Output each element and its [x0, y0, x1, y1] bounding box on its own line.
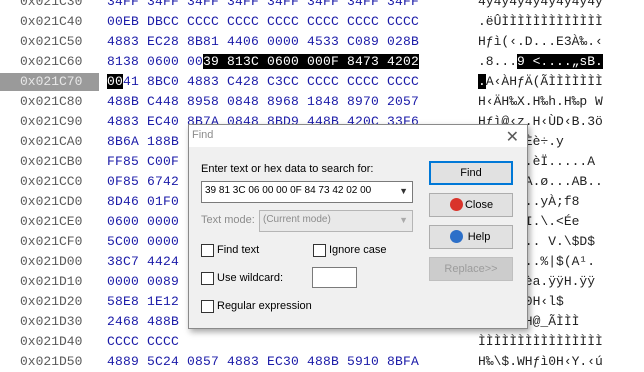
hex-bytes[interactable]: 5C00 0000 [107, 232, 179, 252]
hex-address: 0x021D20 [20, 294, 83, 309]
close-icon[interactable]: ✕ [506, 127, 519, 147]
hex-address: 0x021D40 [20, 334, 83, 349]
hex-bytes[interactable]: FF85 C00F [107, 152, 179, 172]
find-button[interactable]: Find [429, 161, 513, 185]
hex-bytes[interactable]: 4883 EC28 8B81 4406 0000 4533 C089 028B [107, 32, 419, 52]
hex-address: 0x021CB0 [20, 154, 83, 169]
hex-bytes[interactable]: 58E8 1E12 [107, 292, 179, 312]
hex-bytes[interactable]: 00EB DBCC CCCC CCCC CCCC CCCC CCCC CCCC [107, 12, 419, 32]
ascii-text[interactable]: H‹ÄH‰X.H‰h.H‰p W [478, 92, 603, 112]
replace-button: Replace>> [429, 257, 513, 281]
close-circle-icon [450, 198, 463, 211]
help-icon [450, 230, 463, 243]
hex-bytes-pre[interactable]: 8138 0600 00 [107, 54, 203, 69]
hex-selection[interactable]: 39 813C 0600 000F 8473 4202 [203, 54, 420, 69]
find-text-checkbox[interactable] [201, 244, 214, 257]
hex-bytes[interactable]: 0600 0000 [107, 212, 179, 232]
hex-bytes[interactable]: 34FF 34FF 34FF 34FF 34FF 34FF 34FF 34FF [107, 0, 419, 12]
ascii-selection[interactable]: 9 <....„sB. [517, 54, 603, 69]
use-wildcard-checkbox[interactable] [201, 272, 214, 285]
close-button-label: Close [464, 199, 494, 211]
hex-address: 0x021C40 [20, 14, 83, 29]
ascii-pre[interactable]: .8... [478, 54, 517, 69]
ascii-text[interactable]: ÌÌÌÌÌÌÌÌÌÌÌÌÌÌÌÌ [478, 332, 603, 352]
regex-checkbox[interactable] [201, 300, 214, 313]
hex-row[interactable]: 0x021D40 CCCC CCCC ÌÌÌÌÌÌÌÌÌÌÌÌÌÌÌÌ [0, 332, 644, 352]
ignore-case-label: Ignore case [329, 244, 387, 256]
hex-bytes[interactable]: 0000 0089 [107, 272, 179, 292]
hex-bytes[interactable]: CCCC CCCC [107, 332, 179, 352]
hex-address: 0x021CE0 [20, 214, 83, 229]
ascii-text[interactable]: .8...9 <....„sB. [478, 52, 603, 72]
hex-cursor[interactable]: 00 [107, 74, 124, 89]
ascii-text[interactable]: .A‹ÀHƒÄ(ÃÌÌÌÌÌÌÌ [478, 72, 603, 92]
dialog-titlebar[interactable]: Find ✕ [189, 125, 527, 147]
hex-address: 0x021D10 [20, 274, 83, 289]
search-input[interactable]: 39 81 3C 06 00 00 0F 84 73 42 02 00 ▼ [201, 181, 413, 203]
hex-address: 0x021C30 [20, 0, 83, 9]
help-button[interactable]: Help [429, 225, 513, 249]
dialog-title: Find [192, 129, 214, 141]
ascii-cursor[interactable]: . [478, 74, 486, 89]
hex-address: 0x021CA0 [20, 134, 83, 149]
wildcard-input[interactable] [312, 267, 357, 288]
hex-row[interactable]: 0x021C80 488B C448 8958 0848 8968 1848 89… [0, 92, 644, 112]
hex-bytes-rest[interactable]: 41 8BC0 4883 C428 C3CC CCCC CCCC CCCC [123, 74, 419, 89]
ascii-text[interactable]: .ëÛÌÌÌÌÌÌÌÌÌÌÌÌÌ [478, 12, 603, 32]
text-mode-value: (Current mode) [263, 214, 331, 225]
text-mode-select: (Current mode) ▼ [259, 210, 413, 232]
hex-row[interactable]: 0x021C60 8138 0600 0039 813C 0600 000F 84… [0, 52, 644, 72]
hex-address: 0x021D00 [20, 254, 83, 269]
ascii-text[interactable]: H‰\$.WHƒì0H‹Y.‹ú [478, 352, 603, 372]
hex-address: 0x021CF0 [20, 234, 83, 249]
hex-address: 0x021D50 [20, 354, 83, 369]
hex-row[interactable]: 0x021C50 4883 EC28 8B81 4406 0000 4533 C0… [0, 32, 644, 52]
hex-bytes[interactable]: 8138 0600 0039 813C 0600 000F 8473 4202 [107, 52, 420, 72]
hex-row[interactable]: 0x021C30 34FF 34FF 34FF 34FF 34FF 34FF 34… [0, 0, 644, 12]
ascii-text[interactable]: Hƒì(‹.D...E3À‰.‹ [478, 32, 603, 52]
find-text-label: Find text [217, 244, 260, 256]
hex-bytes[interactable]: 2468 488B [107, 312, 179, 332]
hex-row[interactable]: 0x021D50 4889 5C24 0857 4883 EC30 488B 59… [0, 352, 644, 372]
hex-address: 0x021C60 [20, 54, 83, 69]
regex-label: Regular expression [217, 300, 312, 312]
hex-bytes[interactable]: 0F85 6742 [107, 172, 179, 192]
ignore-case-checkbox[interactable] [313, 244, 326, 257]
hex-row[interactable]: 0x021C70 0041 8BC0 4883 C428 C3CC CCCC CC… [0, 72, 644, 92]
hex-address: 0x021CD0 [20, 194, 83, 209]
hex-address: 0x021C70 [20, 74, 83, 89]
ascii-text[interactable]: 4ÿ4ÿ4ÿ4ÿ4ÿ4ÿ4ÿ4ÿ [478, 0, 603, 12]
hex-bytes[interactable]: 488B C448 8958 0848 8968 1848 8970 2057 [107, 92, 419, 112]
use-wildcard-label: Use wildcard: [217, 272, 284, 284]
hex-bytes[interactable]: 38C7 4424 [107, 252, 179, 272]
text-mode-label: Text mode: [201, 214, 255, 226]
hex-address: 0x021CC0 [20, 174, 83, 189]
ascii-rest[interactable]: A‹ÀHƒÄ(ÃÌÌÌÌÌÌÌ [486, 74, 603, 89]
hex-bytes[interactable]: 4889 5C24 0857 4883 EC30 488B 5910 8BFA [107, 352, 419, 372]
search-value: 39 81 3C 06 00 00 0F 84 73 42 02 00 [205, 185, 372, 196]
close-button[interactable]: Close [429, 193, 513, 217]
hex-address: 0x021C80 [20, 94, 83, 109]
hex-row[interactable]: 0x021C40 00EB DBCC CCCC CCCC CCCC CCCC CC… [0, 12, 644, 32]
hex-address: 0x021D30 [20, 314, 83, 329]
hex-address: 0x021C90 [20, 114, 83, 129]
hex-address: 0x021C50 [20, 34, 83, 49]
search-label: Enter text or hex data to search for: [201, 163, 374, 175]
hex-bytes[interactable]: 8D46 01F0 [107, 192, 179, 212]
hex-bytes[interactable]: 8B6A 188B [107, 132, 179, 152]
find-dialog: Find ✕ Enter text or hex data to search … [188, 124, 528, 329]
chevron-down-icon[interactable]: ▼ [399, 186, 408, 196]
hex-bytes[interactable]: 0041 8BC0 4883 C428 C3CC CCCC CCCC CCCC [107, 72, 419, 92]
chevron-down-icon: ▼ [399, 215, 408, 225]
help-button-label: Help [467, 231, 491, 243]
